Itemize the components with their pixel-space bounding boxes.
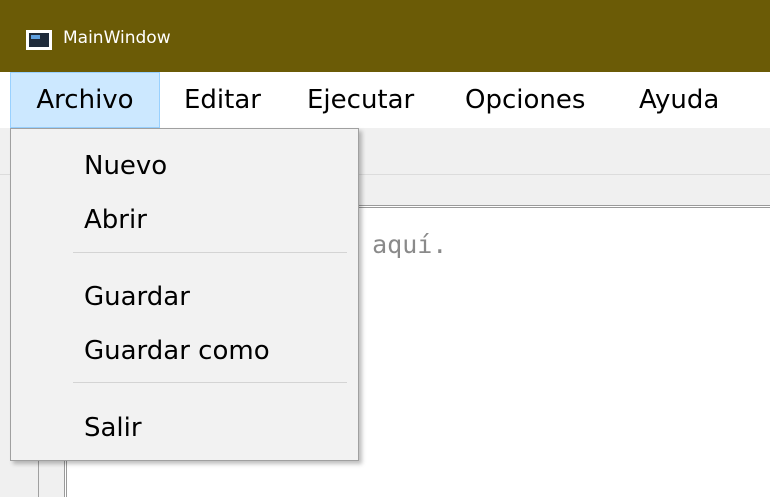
app-window-icon bbox=[26, 30, 52, 50]
left-gutter-line bbox=[38, 460, 39, 497]
menu-bar: Archivo Editar Ejecutar Opciones Ayuda bbox=[0, 72, 770, 128]
archivo-dropdown-menu: Nuevo Abrir Guardar Guardar como Salir bbox=[10, 128, 359, 461]
menu-separator bbox=[73, 252, 347, 253]
menu-separator bbox=[73, 382, 347, 383]
menu-ejecutar[interactable]: Ejecutar bbox=[307, 72, 414, 128]
menu-item-salir[interactable]: Salir bbox=[84, 413, 142, 443]
menu-archivo[interactable]: Archivo bbox=[10, 72, 160, 128]
window-title: MainWindow bbox=[63, 28, 171, 48]
menu-editar[interactable]: Editar bbox=[184, 72, 261, 128]
menu-opciones[interactable]: Opciones bbox=[465, 72, 585, 128]
menu-ayuda[interactable]: Ayuda bbox=[639, 72, 719, 128]
menu-item-nuevo[interactable]: Nuevo bbox=[84, 151, 167, 181]
menu-item-guardar[interactable]: Guardar bbox=[84, 282, 190, 312]
menu-item-guardar-como[interactable]: Guardar como bbox=[84, 336, 270, 366]
menu-item-abrir[interactable]: Abrir bbox=[84, 205, 147, 235]
main-window: MainWindow Archivo Editar Ejecutar Opcio… bbox=[0, 0, 770, 497]
title-bar[interactable]: MainWindow bbox=[0, 0, 770, 72]
